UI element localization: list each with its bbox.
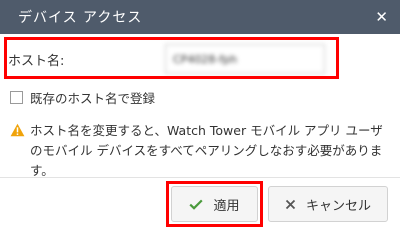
close-icon[interactable]: ✕	[375, 9, 388, 25]
existing-host-label: 既存のホスト名で登録	[30, 91, 156, 106]
dialog-titlebar: デバイス アクセス ✕	[0, 0, 400, 34]
footer-divider	[0, 177, 400, 178]
warning-text: ホスト名を変更すると、Watch Tower モバイル アプリ ユーザのモバイル…	[30, 123, 383, 178]
host-name-highlight	[4, 37, 339, 79]
cancel-button[interactable]: キャンセル	[268, 186, 388, 222]
cancel-label: キャンセル	[305, 198, 371, 214]
warning-icon	[10, 123, 25, 137]
existing-host-option[interactable]: 既存のホスト名で登録	[10, 88, 155, 107]
dialog-title: デバイス アクセス	[18, 10, 143, 26]
x-icon	[285, 199, 296, 210]
apply-highlight	[166, 181, 263, 227]
warning-message: ホスト名を変更すると、Watch Tower モバイル アプリ ユーザのモバイル…	[10, 121, 392, 181]
existing-host-checkbox[interactable]	[10, 91, 23, 104]
